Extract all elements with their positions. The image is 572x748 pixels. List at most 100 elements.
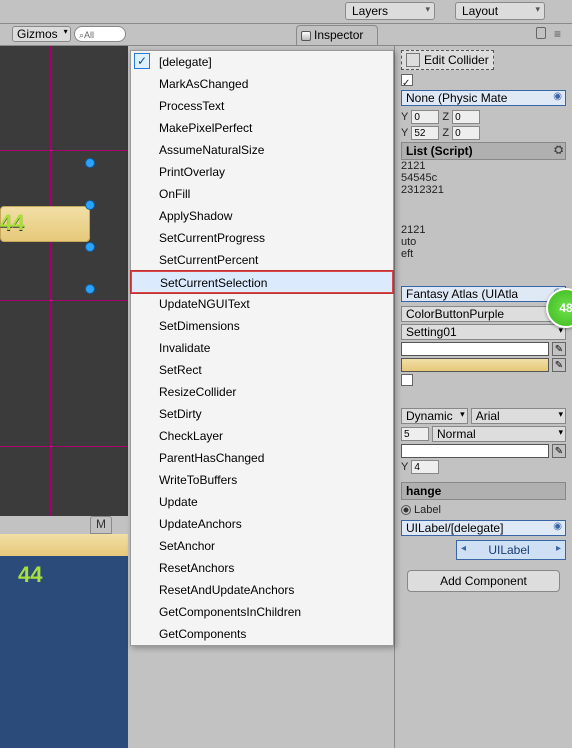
panel-menu-icon[interactable] — [554, 27, 566, 39]
menu-item-label: SetRect — [159, 363, 202, 377]
menu-item[interactable]: SetCurrentPercent — [131, 249, 393, 271]
menu-item[interactable]: OnFill — [131, 183, 393, 205]
menu-item[interactable]: AssumeNaturalSize — [131, 139, 393, 161]
color-swatch[interactable] — [401, 358, 549, 372]
menu-item[interactable]: MarkAsChanged — [131, 73, 393, 95]
tab-inspector[interactable]: Inspector — [296, 25, 378, 45]
method-dropdown-menu: ✓[delegate] MarkAsChanged ProcessTextMakeP… — [130, 50, 394, 646]
guide-line — [50, 46, 51, 516]
y-field[interactable] — [411, 460, 439, 474]
menu-item[interactable]: ResetAndUpdateAnchors — [131, 579, 393, 601]
search-input[interactable]: ⌕All — [74, 26, 126, 42]
physic-material-field[interactable]: None (Physic Mate — [401, 90, 566, 106]
guide-line — [0, 150, 128, 151]
font-style-dropdown[interactable]: Normal — [432, 426, 566, 442]
menu-item-label: ResizeCollider — [159, 385, 236, 399]
menu-item[interactable]: UpdateNGUIText — [131, 293, 393, 315]
code-value: 2121 — [401, 160, 566, 172]
eyedropper-icon[interactable]: ✎ — [552, 358, 566, 372]
menu-item[interactable]: Invalidate — [131, 337, 393, 359]
color-swatch[interactable] — [401, 342, 549, 356]
check-icon: ✓ — [134, 53, 150, 69]
menu-item[interactable]: UpdateAnchors — [131, 513, 393, 535]
menu-item[interactable]: SetRect — [131, 359, 393, 381]
menu-item[interactable]: ApplyShadow — [131, 205, 393, 227]
section-list-script[interactable]: List (Script) ⛭ — [401, 142, 566, 160]
menu-item[interactable]: MakePixelPerfect — [131, 117, 393, 139]
menu-item-label: AssumeNaturalSize — [159, 143, 264, 157]
label-z: Z — [442, 111, 449, 123]
resize-handle[interactable] — [85, 242, 95, 252]
edit-collider-button[interactable]: Edit Collider — [401, 50, 494, 70]
menu-item[interactable]: CheckLayer — [131, 425, 393, 447]
menu-item[interactable]: SetDimensions — [131, 315, 393, 337]
inspector-panel: Edit Collider None (Physic Mate Y Z Y Z … — [394, 46, 572, 748]
search-placeholder: All — [84, 30, 94, 40]
menu-item[interactable]: GetComponentsInChildren — [131, 601, 393, 623]
setting-dropdown[interactable]: Setting01 — [401, 324, 566, 340]
menu-item-label: SetCurrentProgress — [159, 231, 265, 245]
font-type-dropdown[interactable]: Dynamic — [401, 408, 468, 424]
menu-item[interactable]: GetComponents — [131, 623, 393, 645]
resize-handle[interactable] — [85, 158, 95, 168]
menu-item[interactable]: ✓[delegate] — [131, 51, 393, 73]
add-component-button[interactable]: Add Component — [407, 570, 560, 592]
font-family-dropdown[interactable]: Arial — [471, 408, 566, 424]
label-y: Y — [401, 127, 408, 139]
label-y: Y — [401, 461, 408, 473]
menu-item-label: WriteToBuffers — [159, 473, 237, 487]
menu-item[interactable]: SetCurrentSelection — [131, 271, 393, 293]
section-change[interactable]: hange — [401, 482, 566, 500]
menu-item[interactable]: PrintOverlay — [131, 161, 393, 183]
eyedropper-icon[interactable]: ✎ — [552, 444, 566, 458]
resize-handle[interactable] — [85, 200, 95, 210]
game-view[interactable]: 44 — [0, 534, 128, 748]
z-field[interactable] — [452, 126, 480, 140]
checkbox[interactable] — [401, 374, 413, 386]
menu-item-label: SetCurrentSelection — [160, 276, 267, 290]
menu-item-label: ResetAndUpdateAnchors — [159, 583, 294, 597]
top-toolbar: Layers Layout — [0, 0, 572, 24]
checkbox[interactable] — [401, 74, 413, 86]
tab-stub[interactable] — [90, 516, 112, 534]
menu-item[interactable]: ResizeCollider — [131, 381, 393, 403]
menu-item-label: MarkAsChanged — [159, 77, 248, 91]
menu-item[interactable]: SetCurrentProgress — [131, 227, 393, 249]
menu-item-label: CheckLayer — [159, 429, 223, 443]
code-value: 54545c — [401, 172, 566, 184]
atlas-field[interactable]: Fantasy Atlas (UIAtla — [401, 286, 566, 302]
layout-dropdown[interactable]: Layout — [455, 2, 545, 20]
menu-item[interactable]: ProcessText — [131, 95, 393, 117]
sprite-dropdown[interactable]: ColorButtonPurple — [401, 306, 566, 322]
menu-item-label: UpdateNGUIText — [159, 297, 250, 311]
lock-icon[interactable] — [536, 27, 546, 39]
y-field[interactable] — [411, 110, 439, 124]
menu-item[interactable]: WriteToBuffers — [131, 469, 393, 491]
guide-line — [0, 446, 128, 447]
menu-item[interactable]: ResetAnchors — [131, 557, 393, 579]
menu-item[interactable]: ParentHasChanged — [131, 447, 393, 469]
layers-dropdown[interactable]: Layers — [345, 2, 435, 20]
resize-handle[interactable] — [85, 284, 95, 294]
gizmos-dropdown[interactable]: Gizmos — [12, 26, 71, 42]
scene-view[interactable]: 44 — [0, 46, 128, 516]
layers-label: Layers — [352, 4, 388, 18]
menu-item[interactable]: Update — [131, 491, 393, 513]
menu-item-label: SetDirty — [159, 407, 202, 421]
target-object-field[interactable]: UILabel/[delegate] — [401, 520, 566, 536]
y-field[interactable] — [411, 126, 439, 140]
menu-item[interactable]: SetDirty — [131, 403, 393, 425]
color-swatch[interactable] — [401, 444, 549, 458]
menu-item-label: ResetAnchors — [159, 561, 234, 575]
menu-item[interactable]: SetAnchor — [131, 535, 393, 557]
collider-icon — [406, 53, 420, 67]
gear-icon[interactable]: ⛭ — [554, 144, 563, 157]
value: uto — [401, 236, 566, 248]
z-field[interactable] — [452, 110, 480, 124]
eyedropper-icon[interactable]: ✎ — [552, 342, 566, 356]
menu-item-label: OnFill — [159, 187, 190, 201]
radio-target[interactable] — [401, 505, 411, 515]
menu-item-label: GetComponentsInChildren — [159, 605, 301, 619]
uilabel-popup[interactable]: UILabel — [456, 540, 566, 560]
font-size-field[interactable] — [401, 427, 429, 441]
